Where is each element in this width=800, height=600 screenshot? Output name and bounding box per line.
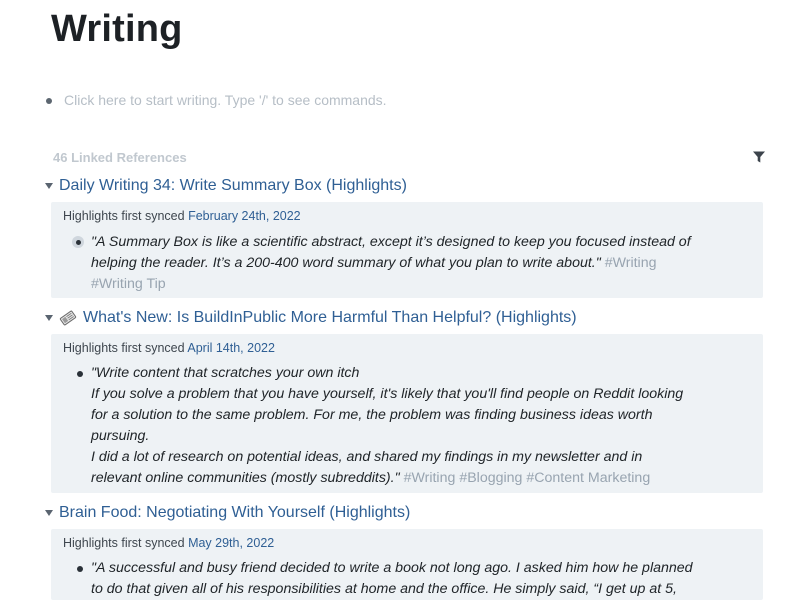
- tag-link[interactable]: #Content Marketing: [526, 470, 650, 486]
- reference-title-row[interactable]: Brain Food: Negotiating With Yourself (H…: [45, 504, 410, 522]
- tag-link[interactable]: #Blogging: [459, 470, 522, 486]
- page-title[interactable]: Writing: [51, 8, 183, 51]
- newspaper-icon: [59, 310, 77, 326]
- highlight-line: "Write content that scratches your own i…: [91, 365, 360, 381]
- linked-references-count: 46 Linked References: [53, 150, 187, 165]
- reference-title-row[interactable]: Daily Writing 34: Write Summary Box (Hig…: [45, 177, 407, 195]
- tag-link[interactable]: #Writing: [404, 470, 456, 486]
- block-bullet[interactable]: [46, 97, 52, 104]
- highlight-line: to do that given all of his responsibili…: [91, 581, 677, 597]
- highlight-line: If you solve a problem that you have you…: [91, 386, 684, 402]
- caret-down-icon[interactable]: [45, 183, 53, 189]
- empty-block[interactable]: Click here to start writing. Type '/' to…: [46, 92, 387, 108]
- highlight-line: "A Summary Box is like a scientific abst…: [91, 234, 691, 250]
- synced-line: Highlights first synced May 29th, 2022: [63, 536, 274, 550]
- synced-prefix: Highlights first synced: [63, 536, 185, 550]
- filter-icon[interactable]: [752, 150, 766, 164]
- highlight-text[interactable]: "A successful and busy friend decided to…: [91, 558, 741, 600]
- tag-link[interactable]: #Writing: [605, 255, 657, 271]
- bullet[interactable]: [77, 566, 83, 572]
- highlight-line: helping the reader. It’s a 200-400 word …: [91, 253, 741, 274]
- highlight-line: relevant online communities (mostly subr…: [91, 468, 741, 489]
- reference-card: Highlights first synced April 14th, 2022…: [51, 334, 763, 493]
- reference-title-link[interactable]: Brain Food: Negotiating With Yourself (H…: [59, 504, 410, 522]
- highlight-line-text: relevant online communities (mostly subr…: [91, 470, 400, 486]
- reference-title-link[interactable]: Daily Writing 34: Write Summary Box (Hig…: [59, 177, 407, 195]
- highlight-text[interactable]: "A Summary Box is like a scientific abst…: [91, 232, 741, 295]
- highlight-line: pursuing.: [91, 428, 150, 444]
- reference-title-row[interactable]: What's New: Is BuildInPublic More Harmfu…: [45, 309, 577, 327]
- caret-down-icon[interactable]: [45, 510, 53, 516]
- synced-prefix: Highlights first synced: [63, 209, 185, 223]
- highlight-text[interactable]: "Write content that scratches your own i…: [91, 363, 741, 489]
- highlight-line: "A successful and busy friend decided to…: [91, 560, 693, 576]
- block-placeholder[interactable]: Click here to start writing. Type '/' to…: [64, 92, 387, 108]
- synced-date-link[interactable]: May 29th, 2022: [188, 536, 274, 550]
- reference-card: Highlights first synced May 29th, 2022 "…: [51, 529, 763, 600]
- synced-line: Highlights first synced February 24th, 2…: [63, 209, 301, 223]
- highlight-line: I did a lot of research on potential ide…: [91, 449, 643, 465]
- highlight-line: for a solution to the same problem. For …: [91, 407, 653, 423]
- highlight-line-text: helping the reader. It’s a 200-400 word …: [91, 255, 601, 271]
- caret-down-icon[interactable]: [45, 315, 53, 321]
- collapsed-bullet[interactable]: [72, 236, 84, 248]
- reference-title-link[interactable]: What's New: Is BuildInPublic More Harmfu…: [83, 309, 577, 327]
- synced-prefix: Highlights first synced: [63, 341, 185, 355]
- highlight-line: #Writing Tip: [91, 274, 741, 295]
- reference-card: Highlights first synced February 24th, 2…: [51, 202, 763, 298]
- synced-line: Highlights first synced April 14th, 2022: [63, 341, 275, 355]
- bullet[interactable]: [77, 371, 83, 377]
- synced-date-link[interactable]: April 14th, 2022: [187, 341, 275, 355]
- linked-references-header: 46 Linked References: [53, 149, 766, 167]
- tag-link[interactable]: #Writing Tip: [91, 276, 166, 292]
- synced-date-link[interactable]: February 24th, 2022: [188, 209, 301, 223]
